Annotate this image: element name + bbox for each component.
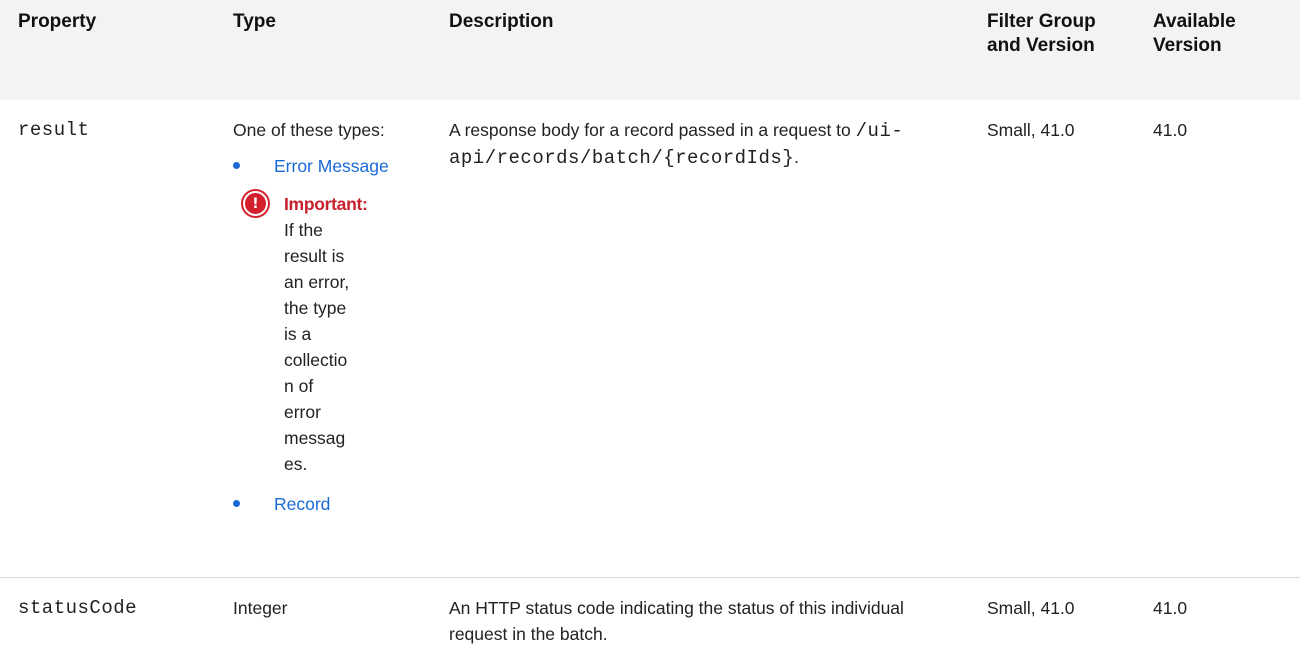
type-value: Integer xyxy=(233,598,288,618)
bullet-icon xyxy=(233,162,240,169)
filter-group-value: Small, 41.0 xyxy=(987,120,1075,140)
description-text-wrapper: A response body for a record passed in a… xyxy=(449,117,959,171)
type-intro: One of these types: xyxy=(233,120,385,140)
list-item: Error Message xyxy=(233,153,433,179)
type-list: Error Message xyxy=(233,153,433,179)
properties-table: Property Type Description Filter Group a… xyxy=(0,0,1300,665)
description-text: A response body for a record passed in a… xyxy=(449,120,851,140)
header-description: Description xyxy=(449,11,554,32)
property-name: statusCode xyxy=(18,597,138,619)
important-text: If the result is an error, the type is a… xyxy=(284,220,350,474)
error-message-link[interactable]: Error Message xyxy=(274,156,389,176)
type-list-continued: Record xyxy=(233,491,433,517)
filter-group-value: Small, 41.0 xyxy=(987,598,1075,618)
description-cell: A response body for a record passed in a… xyxy=(449,117,969,171)
available-version-value: 41.0 xyxy=(1153,598,1188,618)
header-available-line1: Available xyxy=(1153,11,1236,32)
bullet-icon xyxy=(233,500,240,507)
header-filter-group: Filter Group and Version xyxy=(987,10,1137,58)
available-version-value: 41.0 xyxy=(1153,120,1188,140)
type-cell: One of these types: Error Message ! Impo… xyxy=(233,117,433,517)
property-name: result xyxy=(18,119,90,141)
record-link[interactable]: Record xyxy=(274,494,330,514)
important-label: Important: xyxy=(284,194,368,214)
header-filter-group-line2: and Version xyxy=(987,35,1095,56)
header-property: Property xyxy=(18,11,97,32)
header-available-version: Available Version xyxy=(1153,10,1293,58)
table-header-row: Property Type Description Filter Group a… xyxy=(0,0,1300,100)
header-filter-group-line1: Filter Group xyxy=(987,11,1096,32)
important-note: ! Important: If the result is an error, … xyxy=(243,191,434,477)
table-row: statusCode Integer An HTTP status code i… xyxy=(0,578,1300,665)
header-available-line2: Version xyxy=(1153,35,1222,56)
header-type: Type xyxy=(233,11,276,32)
description-end: . xyxy=(794,147,800,167)
important-exclamation-icon: ! xyxy=(243,191,268,216)
table-row: result One of these types: Error Message… xyxy=(0,100,1300,578)
description-text: An HTTP status code indicating the statu… xyxy=(449,598,904,644)
list-item: Record xyxy=(233,491,433,517)
description-cell: An HTTP status code indicating the statu… xyxy=(449,595,969,647)
